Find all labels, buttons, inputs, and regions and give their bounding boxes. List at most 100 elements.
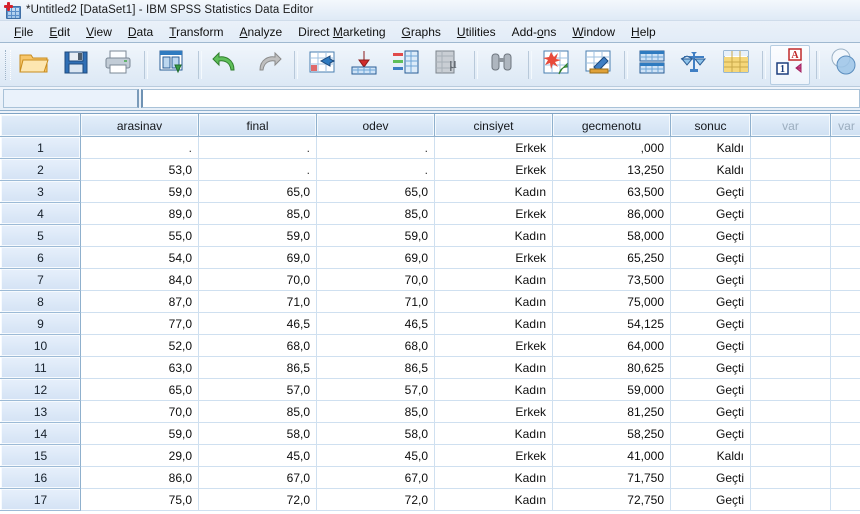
- table-row[interactable]: 14 59,0 58,0 58,0 Kadın 58,250 Geçti: [0, 422, 860, 445]
- cell-cinsiyet-9[interactable]: Kadın: [434, 312, 553, 335]
- run-descriptives-button[interactable]: μ: [428, 45, 468, 85]
- find-button[interactable]: [482, 45, 522, 85]
- cell-final-12[interactable]: 57,0: [198, 378, 317, 401]
- cell-sonuc-14[interactable]: Geçti: [670, 422, 751, 445]
- split-file-button[interactable]: [632, 45, 672, 85]
- cell-gecmenotu-16[interactable]: 71,750: [552, 466, 671, 489]
- menu-item-add-ons[interactable]: Add-ons: [504, 23, 565, 41]
- table-row[interactable]: 2 53,0.. Erkek 13,250 Kaldı: [0, 158, 860, 181]
- cell-var-9[interactable]: [830, 312, 860, 335]
- cell-var-16[interactable]: [750, 466, 831, 489]
- cell-cinsiyet-10[interactable]: Erkek: [434, 334, 553, 357]
- cell-gecmenotu-8[interactable]: 75,000: [552, 290, 671, 313]
- cell-cinsiyet-3[interactable]: Kadın: [434, 180, 553, 203]
- cell-sonuc-10[interactable]: Geçti: [670, 334, 751, 357]
- cell-final-8[interactable]: 71,0: [198, 290, 317, 313]
- cell-arasinav-11[interactable]: 63,0: [80, 356, 199, 379]
- open-file-button[interactable]: [14, 45, 54, 85]
- row-header-11[interactable]: 11: [0, 356, 81, 379]
- menu-item-edit[interactable]: Edit: [41, 23, 78, 41]
- cell-sonuc-1[interactable]: Kaldı: [670, 136, 751, 159]
- cell-gecmenotu-12[interactable]: 59,000: [552, 378, 671, 401]
- cell-final-15[interactable]: 45,0: [198, 444, 317, 467]
- table-row[interactable]: 7 84,0 70,0 70,0 Kadın 73,500 Geçti: [0, 268, 860, 291]
- row-header-13[interactable]: 13: [0, 400, 81, 423]
- menu-item-transform[interactable]: Transform: [161, 23, 231, 41]
- cell-gecmenotu-11[interactable]: 80,625: [552, 356, 671, 379]
- cell-arasinav-9[interactable]: 77,0: [80, 312, 199, 335]
- row-header-2[interactable]: 2: [0, 158, 81, 181]
- cell-var-2[interactable]: [750, 158, 831, 181]
- cell-final-13[interactable]: 85,0: [198, 400, 317, 423]
- cell-cinsiyet-7[interactable]: Kadın: [434, 268, 553, 291]
- cell-cinsiyet-2[interactable]: Erkek: [434, 158, 553, 181]
- cell-var-8[interactable]: [830, 290, 860, 313]
- menu-item-data[interactable]: Data: [120, 23, 161, 41]
- cell-final-14[interactable]: 58,0: [198, 422, 317, 445]
- cell-arasinav-13[interactable]: 70,0: [80, 400, 199, 423]
- menu-item-utilities[interactable]: Utilities: [449, 23, 504, 41]
- cell-odev-8[interactable]: 71,0: [316, 290, 435, 313]
- table-row[interactable]: 9 77,0 46,5 46,5 Kadın 54,125 Geçti: [0, 312, 860, 335]
- row-header-10[interactable]: 10: [0, 334, 81, 357]
- table-row[interactable]: 3 59,0 65,0 65,0 Kadın 63,500 Geçti: [0, 180, 860, 203]
- menu-item-file[interactable]: File: [6, 23, 41, 41]
- column-header-cinsiyet[interactable]: cinsiyet: [434, 114, 553, 137]
- table-row[interactable]: 4 89,0 85,0 85,0 Erkek 86,000 Geçti: [0, 202, 860, 225]
- data-grid-container[interactable]: arasinav final odev cinsiyet gecmenotu sonuc v…: [0, 113, 860, 514]
- row-header-4[interactable]: 4: [0, 202, 81, 225]
- table-row[interactable]: 6 54,0 69,0 69,0 Erkek 65,250 Geçti: [0, 246, 860, 269]
- table-row[interactable]: 16 86,0 67,0 67,0 Kadın 71,750 Geçti: [0, 466, 860, 489]
- table-row[interactable]: 15 29,0 45,0 45,0 Erkek 41,000 Kaldı: [0, 444, 860, 467]
- cell-gecmenotu-17[interactable]: 72,750: [552, 488, 671, 511]
- cell-gecmenotu-15[interactable]: 41,000: [552, 444, 671, 467]
- cell-arasinav-7[interactable]: 84,0: [80, 268, 199, 291]
- cell-sonuc-5[interactable]: Geçti: [670, 224, 751, 247]
- table-row[interactable]: 11 63,0 86,5 86,5 Kadın 80,625 Geçti: [0, 356, 860, 379]
- table-row[interactable]: 17 75,0 72,0 72,0 Kadın 72,750 Geçti: [0, 488, 860, 511]
- column-header-var-8[interactable]: var: [830, 114, 860, 137]
- cell-var-17[interactable]: [830, 488, 860, 511]
- row-header-3[interactable]: 3: [0, 180, 81, 203]
- cell-odev-4[interactable]: 85,0: [316, 202, 435, 225]
- goto-variable-button[interactable]: [344, 45, 384, 85]
- cell-arasinav-1[interactable]: .: [80, 136, 199, 159]
- cell-odev-6[interactable]: 69,0: [316, 246, 435, 269]
- cell-sonuc-8[interactable]: Geçti: [670, 290, 751, 313]
- use-variable-sets-button[interactable]: [824, 45, 860, 85]
- cell-cinsiyet-5[interactable]: Kadın: [434, 224, 553, 247]
- table-row[interactable]: 12 65,0 57,0 57,0 Kadın 59,000 Geçti: [0, 378, 860, 401]
- cell-final-9[interactable]: 46,5: [198, 312, 317, 335]
- cell-sonuc-7[interactable]: Geçti: [670, 268, 751, 291]
- cell-cinsiyet-17[interactable]: Kadın: [434, 488, 553, 511]
- cell-cinsiyet-6[interactable]: Erkek: [434, 246, 553, 269]
- print-button[interactable]: [98, 45, 138, 85]
- cell-arasinav-3[interactable]: 59,0: [80, 180, 199, 203]
- cell-odev-2[interactable]: .: [316, 158, 435, 181]
- cell-cinsiyet-13[interactable]: Erkek: [434, 400, 553, 423]
- cell-var-1[interactable]: [750, 136, 831, 159]
- table-row[interactable]: 1... Erkek ,000 Kaldı: [0, 136, 860, 159]
- cell-var-4[interactable]: [750, 202, 831, 225]
- cell-cinsiyet-11[interactable]: Kadın: [434, 356, 553, 379]
- cell-odev-17[interactable]: 72,0: [316, 488, 435, 511]
- cell-value-box[interactable]: [141, 89, 860, 108]
- save-file-button[interactable]: [56, 45, 96, 85]
- cell-odev-14[interactable]: 58,0: [316, 422, 435, 445]
- insert-variable-button[interactable]: [578, 45, 618, 85]
- cell-sonuc-11[interactable]: Geçti: [670, 356, 751, 379]
- cell-arasinav-8[interactable]: 87,0: [80, 290, 199, 313]
- cell-var-5[interactable]: [830, 224, 860, 247]
- table-row[interactable]: 8 87,0 71,0 71,0 Kadın 75,000 Geçti: [0, 290, 860, 313]
- cell-var-3[interactable]: [750, 180, 831, 203]
- cell-gecmenotu-14[interactable]: 58,250: [552, 422, 671, 445]
- row-header-15[interactable]: 15: [0, 444, 81, 467]
- cell-arasinav-5[interactable]: 55,0: [80, 224, 199, 247]
- cell-cinsiyet-16[interactable]: Kadın: [434, 466, 553, 489]
- cell-final-3[interactable]: 65,0: [198, 180, 317, 203]
- column-header-odev[interactable]: odev: [316, 114, 435, 137]
- cell-gecmenotu-4[interactable]: 86,000: [552, 202, 671, 225]
- cell-final-5[interactable]: 59,0: [198, 224, 317, 247]
- grid-corner-header[interactable]: [0, 114, 81, 137]
- column-header-arasinav[interactable]: arasinav: [80, 114, 199, 137]
